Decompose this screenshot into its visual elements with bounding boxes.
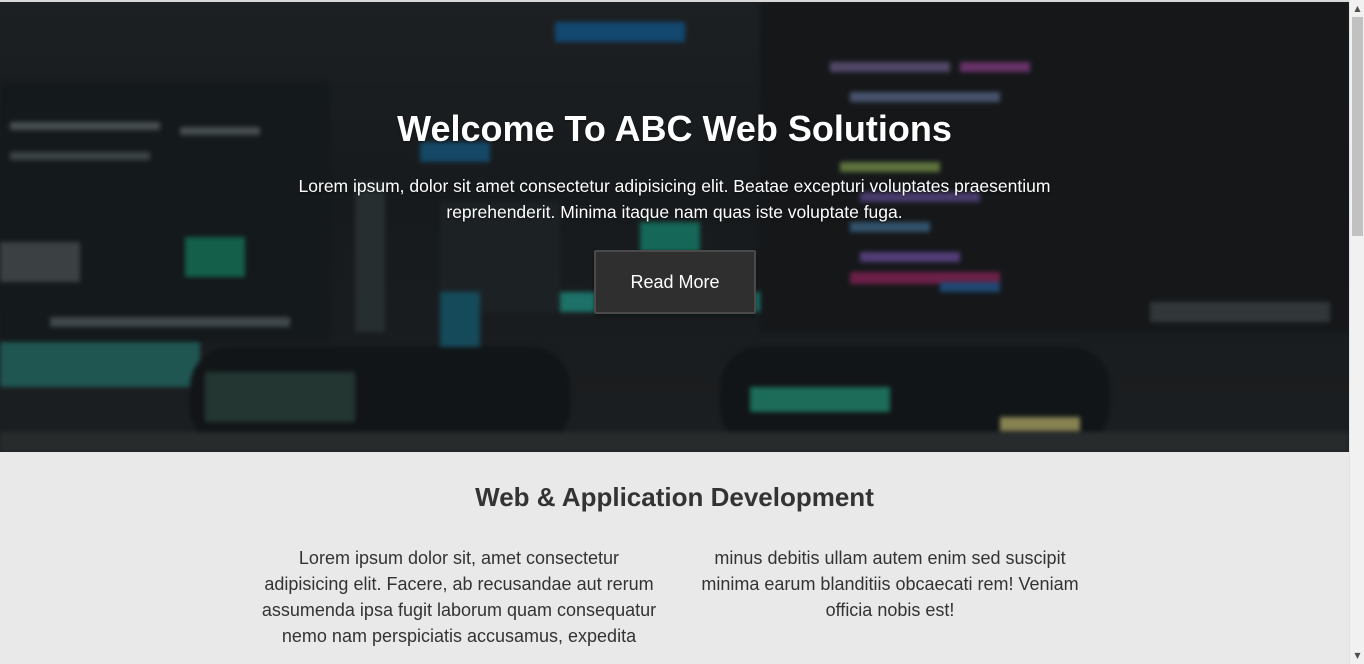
scroll-up-icon[interactable]: ▲ xyxy=(1350,0,1364,17)
vertical-scrollbar[interactable]: ▲ ▼ xyxy=(1349,0,1364,664)
scrollbar-thumb[interactable] xyxy=(1352,17,1363,236)
hero-description: Lorem ipsum, dolor sit amet consectetur … xyxy=(298,176,1051,222)
hero-content: Welcome To ABC Web Solutions Lorem ipsum… xyxy=(0,2,1349,452)
services-section: Web & Application Development Lorem ipsu… xyxy=(0,452,1349,664)
section-title: Web & Application Development xyxy=(475,482,874,512)
section-text-left: Lorem ipsum dolor sit, amet consectetur … xyxy=(261,548,657,646)
browser-viewport: Welcome To ABC Web Solutions Lorem ipsum… xyxy=(0,0,1364,664)
read-more-button[interactable]: Read More xyxy=(594,250,756,314)
section-text-right: minus debitis ullam autem enim sed susci… xyxy=(701,548,1079,620)
scroll-down-icon[interactable]: ▼ xyxy=(1350,647,1364,664)
hero-section: Welcome To ABC Web Solutions Lorem ipsum… xyxy=(0,2,1349,452)
page: Welcome To ABC Web Solutions Lorem ipsum… xyxy=(0,0,1349,664)
top-divider xyxy=(0,0,1349,2)
hero-title: Welcome To ABC Web Solutions xyxy=(397,108,952,149)
